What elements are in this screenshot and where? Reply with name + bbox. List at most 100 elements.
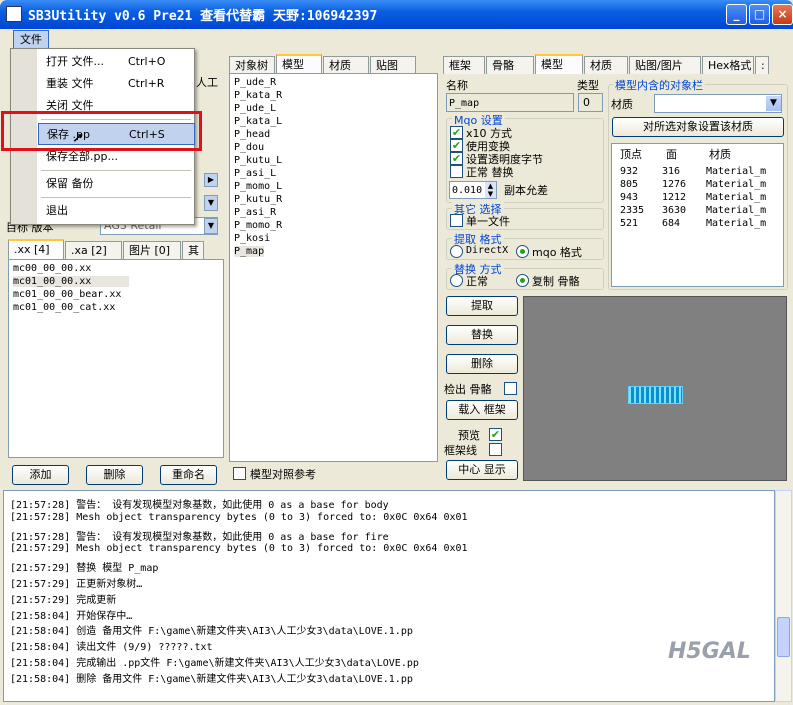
table-cell[interactable]: Material_m	[706, 179, 766, 190]
table-cell[interactable]: 684	[662, 218, 680, 229]
material-select[interactable]: ▼	[654, 94, 782, 113]
chevron-right-icon[interactable]: ▶	[204, 173, 218, 187]
replace-button[interactable]: 替换	[446, 325, 518, 345]
object-list-item[interactable]: P_momo_R	[234, 220, 282, 231]
load-frame-button[interactable]: 载入 框架	[446, 400, 518, 420]
object-list-item[interactable]: P_kutu_R	[234, 194, 282, 205]
column-header-material[interactable]: 材质	[709, 146, 731, 163]
object-list-item[interactable]: P_ude_R	[234, 77, 276, 88]
extract-button[interactable]: 提取	[446, 296, 518, 316]
table-cell[interactable]: 3630	[662, 205, 686, 216]
menu-item-open[interactable]: 打开 文件... Ctrl+O	[38, 51, 195, 73]
tab-images[interactable]: 图片 [0]	[123, 241, 181, 259]
directx-label: DirectX	[466, 245, 509, 256]
use-transform-checkbox[interactable]: ✔	[450, 139, 463, 152]
log-scrollbar[interactable]	[775, 490, 792, 702]
scrollbar-thumb[interactable]	[777, 617, 790, 657]
object-list-item[interactable]: P_kata_R	[234, 90, 282, 101]
close-button[interactable]: ×	[772, 4, 793, 25]
file-list[interactable]: mc00_00_00.xx mc01_00_00.xx mc01_00_00_b…	[8, 259, 224, 458]
table-cell[interactable]: 2335	[620, 205, 644, 216]
tab-right-material[interactable]: 材质	[584, 56, 628, 74]
normal-replace-checkbox[interactable]	[450, 165, 463, 178]
table-cell[interactable]: Material_m	[706, 166, 766, 177]
single-file-checkbox[interactable]	[450, 214, 463, 227]
title-bar[interactable]: SB3Utility v0.6 Pre21 查看代替霸 天野:106942397…	[0, 0, 793, 29]
mesh-table[interactable]: 顶点 面 材质 932 316 Material_m 805 1276 Material_…	[611, 143, 784, 287]
tab-xa[interactable]: .xa [2]	[65, 241, 122, 259]
maximize-button[interactable]: □	[749, 4, 770, 25]
menu-item-keep-backup[interactable]: 保留 备份	[38, 173, 195, 195]
type-field[interactable]: 0	[578, 93, 603, 112]
chevron-down-icon[interactable]: ▼	[766, 96, 781, 111]
object-list-item[interactable]: P_asi_L	[234, 168, 276, 179]
transparency-checkbox[interactable]: ✔	[450, 152, 463, 165]
column-header-vertices[interactable]: 顶点	[620, 146, 642, 163]
column-header-faces[interactable]: 面	[666, 146, 677, 163]
object-list[interactable]: P_ude_R P_kata_R P_ude_L P_kata_L P_head P_do…	[229, 73, 438, 462]
export-bones-checkbox[interactable]	[504, 382, 517, 395]
menu-item-reload[interactable]: 重装 文件 Ctrl+R	[38, 73, 195, 95]
table-cell[interactable]: 932	[620, 166, 638, 177]
apply-material-button[interactable]: 对所选对象设置该材质	[612, 117, 784, 137]
tab-xx[interactable]: .xx [4]	[8, 239, 64, 259]
list-item[interactable]: mc01_00_00_bear.xx	[13, 289, 121, 300]
log-output[interactable]: [21:57:28] 警告： 设有发现模型对象基数，如此使用 0 as a ba…	[3, 490, 775, 702]
wireframe-checkbox[interactable]	[489, 443, 502, 456]
tolerance-stepper[interactable]: 0.010 ▲ ▼	[449, 181, 497, 199]
delete-file-button[interactable]: 删除	[86, 465, 143, 485]
object-list-item[interactable]: P_kosi	[234, 233, 270, 244]
chevron-down-icon[interactable]: ▼	[204, 195, 218, 211]
center-view-button[interactable]: 中心 显示	[446, 460, 518, 480]
table-cell[interactable]: 805	[620, 179, 638, 190]
menu-file[interactable]: 文件	[13, 30, 49, 49]
tab-object-tree[interactable]: 对象树	[229, 56, 275, 74]
table-cell[interactable]: Material_m	[706, 192, 766, 203]
object-list-item[interactable]: P_ude_L	[234, 103, 276, 114]
object-list-item[interactable]: P_momo_L	[234, 181, 282, 192]
object-list-item[interactable]: P_head	[234, 129, 270, 140]
table-cell[interactable]: 943	[620, 192, 638, 203]
tab-more[interactable]: :	[755, 56, 769, 74]
tab-texture-image[interactable]: 贴图/图片	[629, 56, 701, 74]
table-cell[interactable]: 521	[620, 218, 638, 229]
table-cell[interactable]: Material_m	[706, 218, 766, 229]
preview-checkbox[interactable]: ✔	[489, 428, 502, 441]
name-field[interactable]: P_map	[446, 93, 574, 112]
model-ref-checkbox[interactable]	[233, 467, 246, 480]
x10-checkbox[interactable]: ✔	[450, 126, 463, 139]
model-preview-viewport[interactable]	[523, 296, 787, 481]
tolerance-label: 副本允差	[504, 184, 548, 197]
object-list-item[interactable]: P_dou	[234, 142, 264, 153]
tab-frame[interactable]: 框架	[443, 56, 485, 74]
list-item[interactable]: mc01_00_00.xx	[13, 276, 129, 287]
list-item[interactable]: mc01_00_00_cat.xx	[13, 302, 115, 313]
replace-normal-radio[interactable]	[450, 274, 463, 287]
tab-right-model[interactable]: 模型	[535, 54, 583, 74]
object-list-item[interactable]: P_kata_L	[234, 116, 282, 127]
directx-radio[interactable]	[450, 245, 463, 258]
stepper-arrows-icon[interactable]: ▲ ▼	[485, 182, 496, 198]
tab-other[interactable]: 其	[182, 241, 204, 259]
table-cell[interactable]: 1212	[662, 192, 686, 203]
mqo-format-radio[interactable]	[516, 245, 529, 258]
tab-bones[interactable]: 骨骼	[486, 56, 534, 74]
copy-bones-radio[interactable]	[516, 274, 529, 287]
object-list-item[interactable]: P_map	[234, 246, 265, 257]
rename-button[interactable]: 重命名	[160, 465, 217, 485]
object-list-item[interactable]: P_asi_R	[234, 207, 276, 218]
object-list-item[interactable]: P_kutu_L	[234, 155, 282, 166]
tab-texture[interactable]: 贴图	[370, 56, 416, 74]
table-cell[interactable]: 316	[662, 166, 680, 177]
tab-model[interactable]: 模型	[276, 54, 322, 74]
minimize-button[interactable]: _	[726, 4, 747, 25]
table-cell[interactable]: 1276	[662, 179, 686, 190]
list-item[interactable]: mc00_00_00.xx	[13, 263, 91, 274]
tab-material[interactable]: 材质	[323, 56, 369, 74]
add-button[interactable]: 添加	[12, 465, 69, 485]
chevron-down-icon[interactable]: ▼	[204, 218, 218, 234]
menu-item-exit[interactable]: 退出	[38, 200, 195, 222]
table-cell[interactable]: Material_m	[706, 205, 766, 216]
tab-hex[interactable]: Hex格式	[702, 56, 754, 74]
delete-mesh-button[interactable]: 删除	[446, 354, 518, 374]
